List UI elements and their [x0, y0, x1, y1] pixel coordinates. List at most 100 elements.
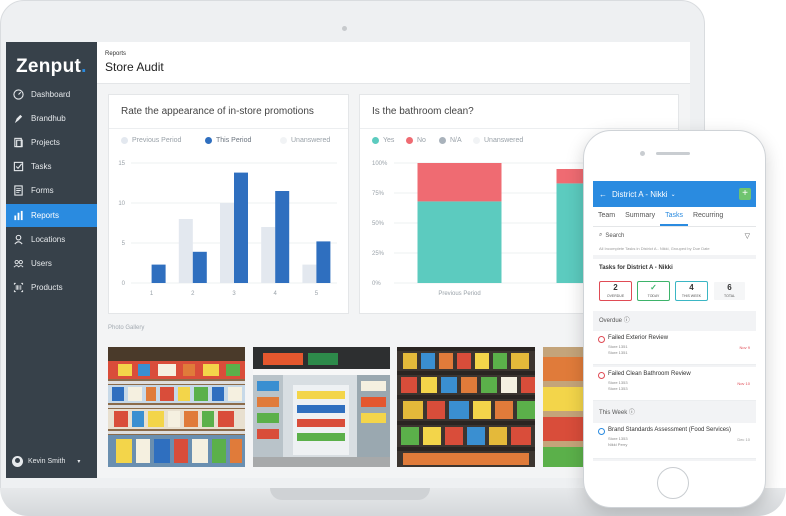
projects-icon: [12, 137, 24, 149]
bar: [178, 219, 193, 283]
total-count[interactable]: 6 TOTAL: [713, 281, 746, 301]
search-note: All Incomplete Tasks in District A - Nik…: [599, 246, 710, 251]
legend-item[interactable]: Previous Period: [121, 137, 181, 144]
sidebar: Zenput. Dashboard Brandhub Projects Task…: [6, 42, 97, 478]
forms-icon: [12, 185, 24, 197]
sidebar-item-label: Locations: [31, 235, 66, 244]
phone-camera: [640, 151, 645, 156]
gallery-photo[interactable]: [397, 347, 535, 467]
stacked-bar-segment: [417, 163, 502, 202]
legend-item[interactable]: Unanswered: [280, 137, 330, 144]
task-row[interactable]: Failed Clean Bathroom Review Store 1353 …: [593, 367, 756, 401]
tab-summary[interactable]: Summary: [620, 207, 660, 226]
back-arrow-icon[interactable]: ←: [599, 190, 607, 199]
promotions-card: Rate the appearance of in-store promotio…: [108, 94, 349, 314]
y-tick-label: 5: [122, 241, 126, 247]
add-task-button[interactable]: +: [739, 188, 751, 200]
x-tick-label: 5: [315, 291, 319, 297]
x-tick-label: Previous Period: [438, 291, 480, 297]
bar: [261, 227, 276, 283]
products-icon: [12, 282, 24, 294]
bar: [275, 191, 290, 283]
promotions-bar-chart: 0 5 10 15 1 2 3 4 5: [118, 161, 337, 297]
chevron-down-icon[interactable]: ⌄: [671, 191, 676, 198]
info-icon: ⓘ: [623, 318, 630, 324]
bar: [192, 251, 207, 283]
chevron-down-icon: ▾: [77, 459, 81, 465]
bar: [151, 264, 166, 283]
sidebar-item-products[interactable]: Products: [6, 276, 97, 299]
info-icon: ⓘ: [628, 410, 635, 416]
locations-icon: [12, 234, 24, 246]
tab-recurring[interactable]: Recurring: [688, 207, 728, 226]
sidebar-item-label: Reports: [31, 211, 60, 220]
sidebar-item-label: Products: [31, 283, 63, 292]
tab-team[interactable]: Team: [593, 207, 620, 226]
breadcrumb[interactable]: Reports: [105, 51, 126, 57]
sidebar-item-locations[interactable]: Locations: [6, 228, 97, 251]
task-row[interactable]: Brand Standards Assessment (Food Service…: [593, 423, 756, 459]
y-tick-label: 25%: [372, 251, 385, 257]
district-selector[interactable]: District A - Nikki: [612, 190, 668, 199]
legend-item[interactable]: No: [406, 137, 426, 144]
legend-item[interactable]: N/A: [439, 137, 462, 144]
zenput-logo[interactable]: Zenput.: [16, 56, 87, 78]
x-tick-label: 3: [232, 291, 236, 297]
task-status-icon: [598, 372, 605, 379]
avatar: [12, 456, 23, 467]
sidebar-item-label: Brandhub: [31, 114, 66, 123]
phone-device: ← District A - Nikki ⌄ + Team Summary Ta…: [583, 130, 766, 508]
stacked-bar-segment: [417, 201, 502, 283]
user-name: Kevin Smith: [28, 458, 66, 465]
today-count[interactable]: ✓ TODAY: [637, 281, 670, 301]
task-status-icon: [598, 336, 605, 343]
tab-bar: Team Summary Tasks Recurring: [593, 207, 756, 227]
this-week-section-header: This Week ⓘ: [599, 410, 635, 416]
users-icon: [12, 258, 24, 270]
phone-speaker: [656, 152, 690, 155]
y-tick-label: 0%: [372, 281, 381, 287]
overdue-section-header: Overdue ⓘ: [599, 318, 630, 324]
search-input[interactable]: Search: [605, 233, 624, 239]
page-header: Reports Store Audit: [97, 42, 690, 84]
x-tick-label: 1: [150, 291, 154, 297]
task-summary-title: Tasks for District A - Nikki: [599, 265, 673, 271]
this-week-count[interactable]: 4 THIS WEEK: [675, 281, 708, 301]
overdue-count[interactable]: 2 OVERDUE: [599, 281, 632, 301]
page-title: Store Audit: [105, 60, 164, 74]
sidebar-item-tasks[interactable]: Tasks: [6, 155, 97, 178]
legend-item[interactable]: This Period: [205, 137, 251, 144]
sidebar-item-brandhub[interactable]: Brandhub: [6, 107, 97, 130]
task-row[interactable]: Failed Exterior Review Store 1351 Store …: [593, 331, 756, 365]
gallery-photo[interactable]: [253, 347, 390, 467]
y-tick-label: 0: [122, 281, 126, 287]
gallery-photo[interactable]: [108, 347, 245, 467]
phone-screen: ← District A - Nikki ⌄ + Team Summary Ta…: [593, 181, 756, 461]
sidebar-item-dashboard[interactable]: Dashboard: [6, 83, 97, 106]
search-icon: ⌕: [599, 232, 603, 238]
y-tick-label: 15: [118, 161, 125, 167]
card-title: Is the bathroom clean?: [372, 106, 474, 117]
legend-item[interactable]: Yes: [372, 137, 394, 144]
task-summary: Tasks for District A - Nikki 2 OVERDUE ✓ T…: [593, 259, 756, 311]
sidebar-item-users[interactable]: Users: [6, 252, 97, 275]
bar: [302, 264, 317, 283]
sidebar-item-projects[interactable]: Projects: [6, 131, 97, 154]
user-menu[interactable]: Kevin Smith ▾: [12, 456, 80, 467]
sidebar-item-label: Forms: [31, 186, 54, 195]
tab-tasks[interactable]: Tasks: [660, 207, 688, 226]
task-status-icon: [598, 428, 605, 435]
legend-item[interactable]: Unanswered: [473, 137, 523, 144]
card-title: Rate the appearance of in-store promotio…: [121, 106, 314, 117]
laptop-notch: [270, 488, 430, 500]
brandhub-icon: [12, 113, 24, 125]
sidebar-item-forms[interactable]: Forms: [6, 179, 97, 202]
sidebar-item-label: Dashboard: [31, 90, 71, 99]
sidebar-item-label: Projects: [31, 138, 60, 147]
home-button[interactable]: [657, 467, 689, 499]
search-bar[interactable]: ⌕ Search ▽ All Incomplete Tasks in Distri…: [593, 227, 756, 255]
gauge-icon: [12, 89, 24, 101]
filter-icon[interactable]: ▽: [745, 232, 750, 240]
sidebar-item-reports[interactable]: Reports: [6, 204, 97, 227]
bar: [316, 241, 331, 283]
